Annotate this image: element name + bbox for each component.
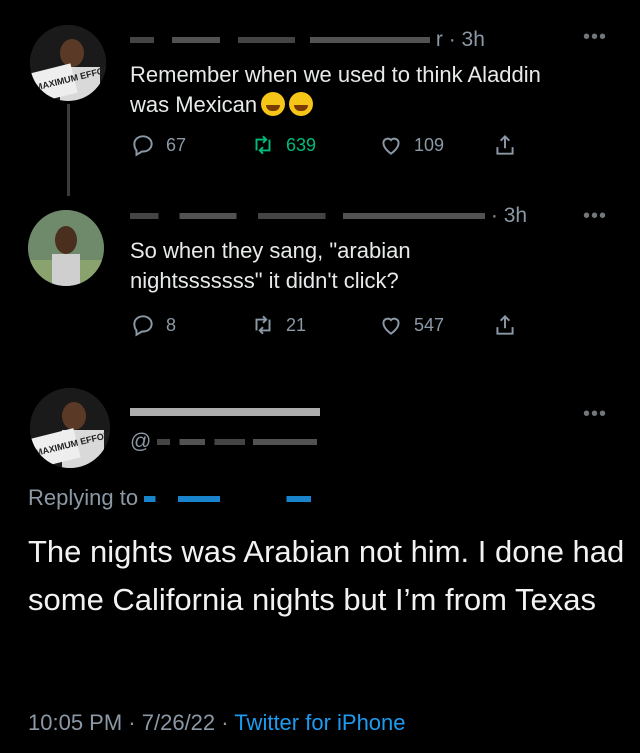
reply-icon — [133, 135, 153, 157]
retweet-icon — [255, 135, 271, 155]
share-icon — [496, 314, 514, 335]
thread-line — [67, 104, 70, 196]
tweet-time: 3h — [503, 204, 528, 227]
retweet-icon — [255, 315, 271, 335]
more-icon[interactable]: ••• — [583, 26, 607, 49]
laughing-emoji-icon — [261, 92, 286, 116]
avatar-image: MAXIMUM EFFORT — [30, 388, 110, 468]
blurred-author — [130, 408, 320, 417]
tweet-meta: · 3h — [130, 204, 527, 228]
blurred-author — [130, 37, 430, 44]
tweet-timestamp: 10:05 PM · 7/26/22 · Twitter for iPhone — [28, 710, 406, 735]
main-author-handle[interactable]: @ — [130, 430, 318, 454]
avatar[interactable]: MAXIMUM EFFORT — [30, 388, 110, 468]
blurred-author — [130, 213, 485, 220]
more-icon[interactable]: ••• — [583, 205, 607, 228]
share-icon — [496, 134, 514, 155]
retweet-button[interactable]: 21 — [250, 312, 306, 338]
reply-button[interactable]: 8 — [130, 312, 176, 338]
avatar-image — [28, 210, 104, 286]
tweet-text: So when they sang, "arabian nightsssssss… — [130, 238, 411, 293]
laughing-emoji-icon — [289, 92, 314, 116]
share-button[interactable] — [492, 312, 518, 338]
main-tweet-text: The nights was Arabian not him. I done h… — [28, 534, 625, 617]
reply-icon — [133, 315, 153, 337]
like-icon — [382, 317, 400, 335]
tweet-time: 3h — [461, 28, 485, 51]
reply-button[interactable]: 67 — [130, 132, 186, 158]
like-icon — [382, 137, 400, 155]
more-icon[interactable]: ••• — [583, 403, 607, 426]
like-button[interactable]: 547 — [378, 312, 444, 338]
tweet-text: Remember when we used to think Aladdin w… — [130, 62, 541, 117]
like-button[interactable]: 109 — [378, 132, 444, 158]
avatar-image: MAXIMUM EFFORT — [30, 25, 106, 101]
author-suffix: r — [435, 28, 443, 51]
blurred-handle — [157, 439, 318, 446]
tweet-meta: r · 3h — [130, 28, 485, 52]
avatar[interactable] — [28, 210, 104, 286]
main-author-name[interactable] — [130, 400, 320, 424]
source-link[interactable]: Twitter for iPhone — [234, 710, 405, 735]
replying-to: Replying to — [28, 485, 335, 511]
avatar[interactable]: MAXIMUM EFFORT — [30, 25, 106, 101]
retweet-button[interactable]: 639 — [250, 132, 316, 158]
share-button[interactable] — [492, 132, 518, 158]
replied-handle-link[interactable] — [144, 496, 335, 503]
